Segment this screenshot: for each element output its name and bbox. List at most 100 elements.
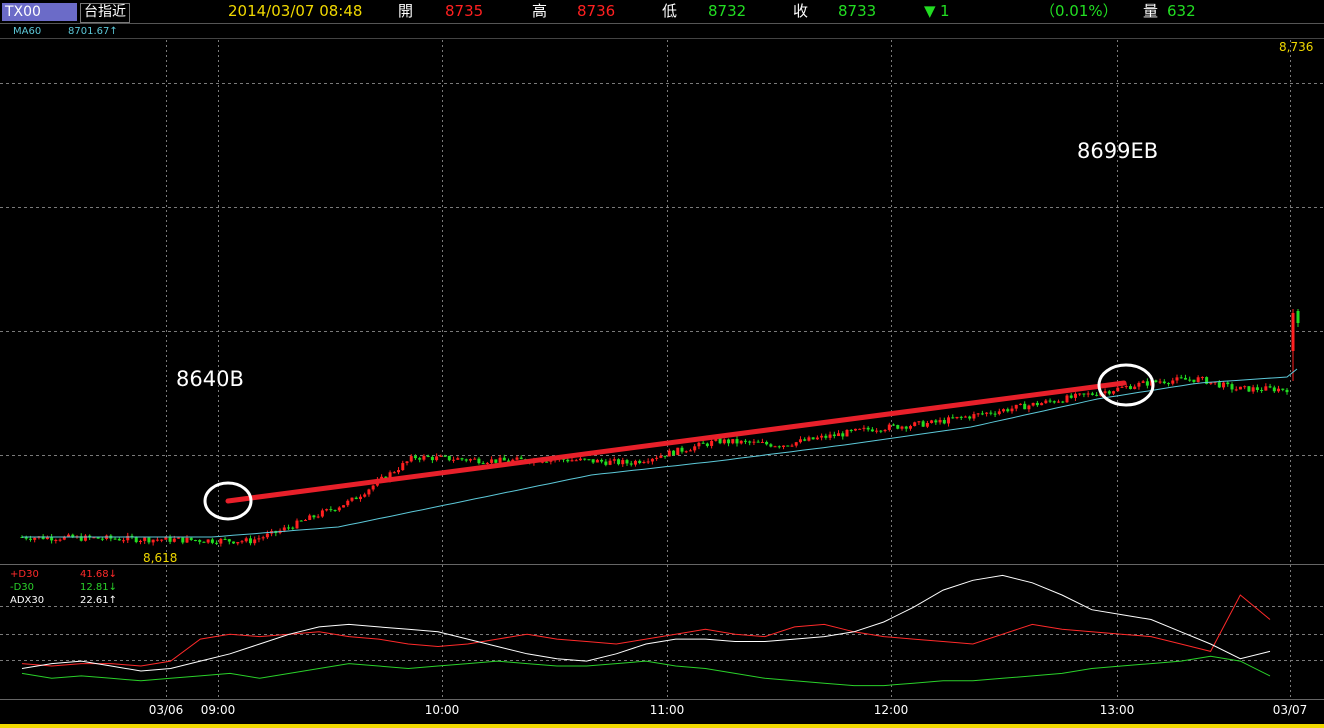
candle-body <box>870 429 874 432</box>
candle-body <box>659 455 663 458</box>
candle-body <box>409 456 413 462</box>
candle-body <box>143 537 147 541</box>
candle-body <box>240 541 244 543</box>
candle-body <box>794 442 798 446</box>
candle-body <box>849 429 853 431</box>
candle-body <box>392 472 396 474</box>
adx-line <box>21 574 1271 672</box>
candle-body <box>1281 388 1285 390</box>
candle-body <box>583 458 587 460</box>
candle-body <box>1251 387 1255 392</box>
candle-body <box>1183 377 1187 380</box>
candle-body <box>325 509 329 511</box>
candle-body <box>908 426 912 429</box>
candle-body <box>934 420 938 423</box>
candle-body <box>786 445 790 447</box>
candle-body <box>248 538 252 544</box>
candle-body <box>172 538 176 542</box>
candle-body <box>1158 381 1162 383</box>
candle-body <box>595 459 599 463</box>
candle-body <box>1035 402 1039 406</box>
candle-body <box>485 462 489 464</box>
candle-body <box>342 505 346 508</box>
candle-body <box>1230 384 1234 390</box>
candle-body <box>735 439 739 444</box>
candle-body <box>938 419 942 423</box>
candle-body <box>1116 387 1120 392</box>
candle-body <box>621 460 625 465</box>
candle-body <box>1268 386 1272 388</box>
candle-body <box>963 416 967 418</box>
x-axis-tick-label: 12:00 <box>874 703 909 717</box>
x-axis-tick-label: 13:00 <box>1100 703 1135 717</box>
candle-body <box>316 516 320 518</box>
candle-body <box>456 458 460 460</box>
candle-body <box>655 457 659 459</box>
candle-body <box>773 446 777 448</box>
candle-body <box>1133 386 1137 390</box>
candle-body <box>232 541 236 544</box>
candle-body <box>853 428 857 431</box>
candle-body <box>968 416 972 419</box>
trendline <box>225 380 1127 504</box>
candle-body <box>189 537 193 541</box>
candle-body <box>354 497 358 500</box>
candle-body <box>545 461 549 463</box>
candle-body <box>925 423 929 427</box>
candle-body <box>261 537 265 539</box>
candle-body <box>1222 382 1226 388</box>
candle-body <box>367 489 371 495</box>
candle-body <box>223 538 227 540</box>
candle-body <box>1107 391 1111 394</box>
last-candle-body <box>1291 313 1295 351</box>
candle-body <box>591 459 595 463</box>
candle-body <box>447 455 451 461</box>
candle-body <box>578 458 582 461</box>
candle-body <box>727 439 731 444</box>
candle-body <box>942 419 946 424</box>
candle-body <box>430 456 434 461</box>
candle-body <box>680 447 684 452</box>
candle-body <box>743 440 747 442</box>
candle-body <box>202 541 206 543</box>
candle-body <box>959 416 963 418</box>
candle-body <box>452 459 456 461</box>
candle-body <box>439 455 443 457</box>
candle-body <box>972 414 976 419</box>
candle-body <box>828 434 832 438</box>
candle-body <box>1255 387 1259 390</box>
candle-body <box>625 460 629 464</box>
candle-body <box>460 458 464 460</box>
candle-body <box>346 500 350 506</box>
x-axis-tick-label: 03/07 <box>1273 703 1308 717</box>
candle-body <box>667 450 671 457</box>
candle-body <box>67 534 71 537</box>
candle-body <box>1052 401 1056 403</box>
candle-body <box>519 457 523 460</box>
candle-body <box>303 519 307 521</box>
ma60-line <box>22 368 1298 538</box>
candle-body <box>494 459 498 463</box>
candle-body <box>752 441 756 443</box>
last-candle-body <box>1296 311 1300 323</box>
candle-body <box>1040 403 1044 406</box>
candle-body <box>875 430 879 432</box>
candle-body <box>160 539 164 541</box>
candle-body <box>892 424 896 426</box>
candle-body <box>896 425 900 429</box>
x-axis-tick-label: 03/06 <box>149 703 184 717</box>
candle-body <box>28 538 32 540</box>
candle-body <box>426 455 430 457</box>
candle-body <box>646 461 650 463</box>
candle-body <box>676 447 680 456</box>
candle-body <box>33 537 37 540</box>
candle-body <box>807 437 811 441</box>
candle-body <box>731 439 735 444</box>
candle-body <box>1006 409 1010 412</box>
candle-body <box>782 445 786 448</box>
candle-body <box>337 507 341 511</box>
candle-body <box>612 459 616 461</box>
candle-body <box>841 433 845 437</box>
candle-body <box>413 456 417 459</box>
price-chart[interactable]: 03/06 09:00 10:00 11:00 12:00 13:00 03/07 8640B… <box>0 0 1324 728</box>
